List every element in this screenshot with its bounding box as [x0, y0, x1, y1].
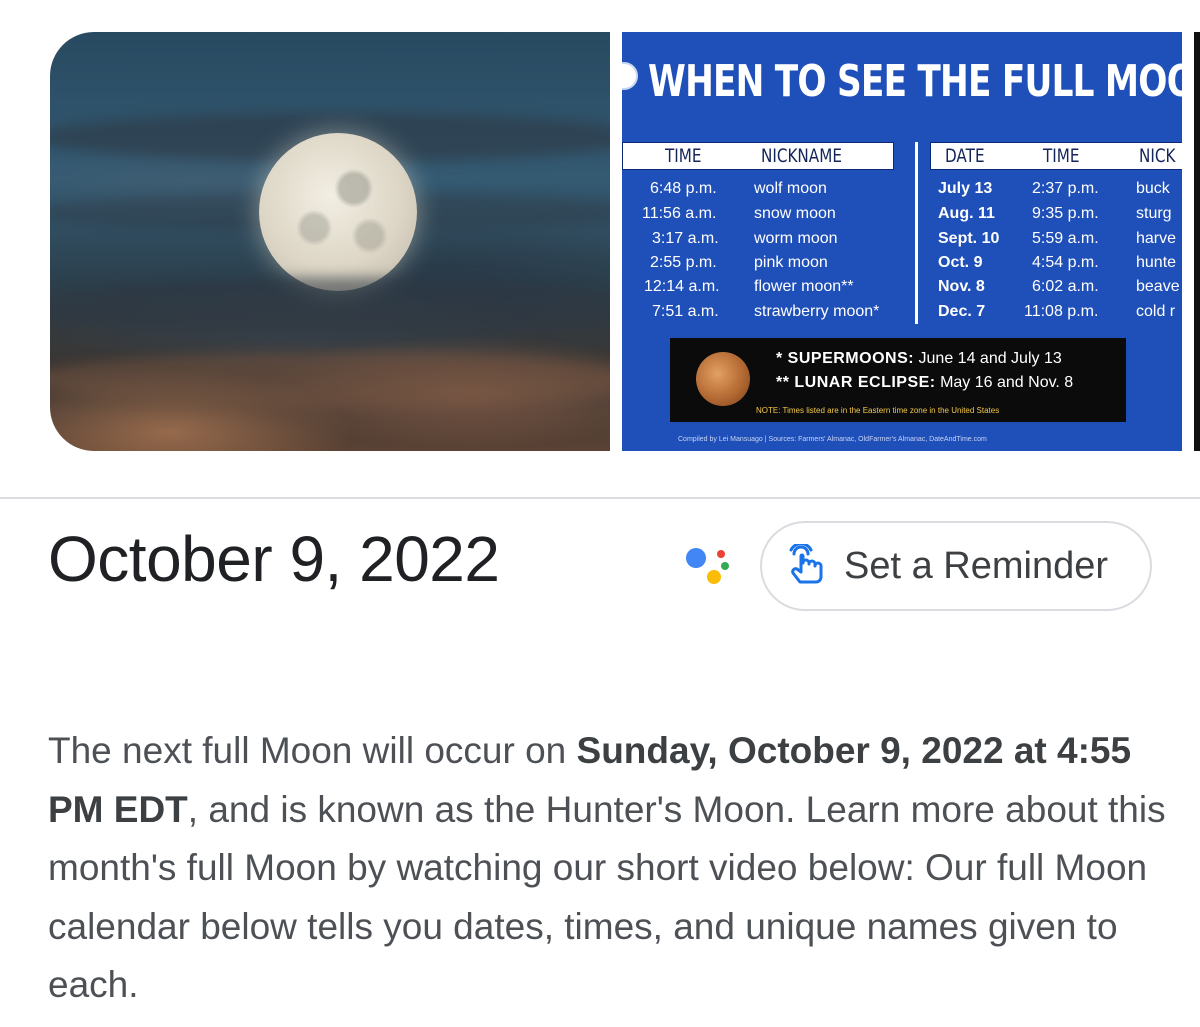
cloud — [50, 352, 610, 407]
moon-image — [259, 133, 417, 291]
left-table-header: TIME NICKNAME — [622, 142, 894, 170]
table-cell: hunte — [1136, 254, 1177, 271]
eclipse-label: ** LUNAR ECLIPSE: — [776, 374, 936, 391]
table-cell: 11:08 p.m. — [1024, 303, 1099, 320]
col-header: NICK — [1139, 145, 1176, 167]
answer-heading: October 9, 2022 — [48, 523, 500, 595]
table-cell: worm moon — [754, 230, 838, 247]
supermoon-note-box: * SUPERMOONS: June 14 and July 13 ** LUN… — [670, 338, 1126, 422]
col-header: TIME — [665, 145, 702, 167]
answer-snippet: The next full Moon will occur on Sunday,… — [48, 722, 1168, 1015]
supermoons-value: June 14 and July 13 — [918, 350, 1062, 367]
next-image-edge[interactable] — [1194, 32, 1200, 451]
table-cell: sturg — [1136, 205, 1172, 222]
table-cell: flower moon** — [754, 278, 854, 295]
table-cell: buck — [1136, 180, 1170, 197]
table-cell: July 13 — [938, 180, 993, 197]
table-cell: 3:17 a.m. — [652, 230, 719, 247]
table-cell: Aug. 11 — [938, 205, 995, 222]
image-carousel: WHEN TO SEE THE FULL MOONS IN 20 TIME NI… — [0, 0, 1200, 470]
section-divider — [0, 497, 1200, 499]
table-cell: 5:59 a.m. — [1032, 230, 1099, 247]
full-moons-infographic[interactable]: WHEN TO SEE THE FULL MOONS IN 20 TIME NI… — [622, 32, 1182, 451]
supermoons-line: * SUPERMOONS: June 14 and July 13 — [776, 350, 1062, 368]
table-cell: cold r — [1136, 303, 1176, 320]
timezone-note: NOTE: Times listed are in the Eastern ti… — [756, 406, 1000, 415]
snippet-lead: The next full Moon will occur on — [48, 730, 577, 771]
table-cell: strawberry moon* — [754, 303, 880, 320]
table-cell: snow moon — [754, 205, 836, 222]
reminder-hand-icon — [789, 544, 823, 584]
table-cell: Dec. 7 — [938, 303, 986, 320]
table-cell: 2:37 p.m. — [1032, 180, 1099, 197]
moon-icon — [696, 352, 750, 406]
table-cell: wolf moon — [754, 180, 827, 197]
col-header: NICKNAME — [761, 145, 842, 167]
right-table-header: DATE TIME NICK — [930, 142, 1182, 170]
table-cell: Sept. 10 — [938, 230, 1000, 247]
google-assistant-icon[interactable] — [684, 545, 732, 587]
full-moon-photo[interactable] — [50, 32, 610, 451]
table-cell: 12:14 a.m. — [644, 278, 720, 295]
table-cell: harve — [1136, 230, 1177, 247]
table-cell: 2:55 p.m. — [650, 254, 717, 271]
eclipse-line: ** LUNAR ECLIPSE: May 16 and Nov. 8 — [776, 374, 1073, 392]
snippet-rest: , and is known as the Hunter's Moon. Lea… — [48, 788, 1166, 1006]
table-cell: Oct. 9 — [938, 254, 983, 271]
col-header: TIME — [1043, 145, 1080, 167]
infographic-title: WHEN TO SEE THE FULL MOONS IN 20 — [648, 56, 1182, 107]
cloud — [50, 277, 610, 337]
table-divider — [915, 142, 918, 324]
table-cell: beave — [1136, 278, 1180, 295]
col-header: DATE — [945, 145, 985, 167]
table-cell: 11:56 a.m. — [642, 205, 717, 222]
eclipse-value: May 16 and Nov. 8 — [940, 374, 1074, 391]
reminder-label: Set a Reminder — [844, 544, 1109, 587]
table-cell: Nov. 8 — [938, 278, 985, 295]
assistant-dot-green — [721, 562, 729, 570]
supermoons-label: * SUPERMOONS: — [776, 350, 915, 367]
set-reminder-button[interactable]: Set a Reminder — [760, 521, 1152, 611]
table-cell: 4:54 p.m. — [1032, 254, 1099, 271]
table-cell: 9:35 p.m. — [1032, 205, 1099, 222]
logo-icon — [622, 62, 638, 90]
table-cell: 6:48 p.m. — [650, 180, 717, 197]
sources-credit: Compiled by Lei Mansuago | Sources: Farm… — [678, 436, 987, 443]
table-cell: 7:51 a.m. — [652, 303, 719, 320]
assistant-dot-yellow — [707, 570, 721, 584]
assistant-dot-red — [717, 550, 725, 558]
table-cell: pink moon — [754, 254, 828, 271]
assistant-dot-blue — [686, 548, 706, 568]
table-cell: 6:02 a.m. — [1032, 278, 1099, 295]
